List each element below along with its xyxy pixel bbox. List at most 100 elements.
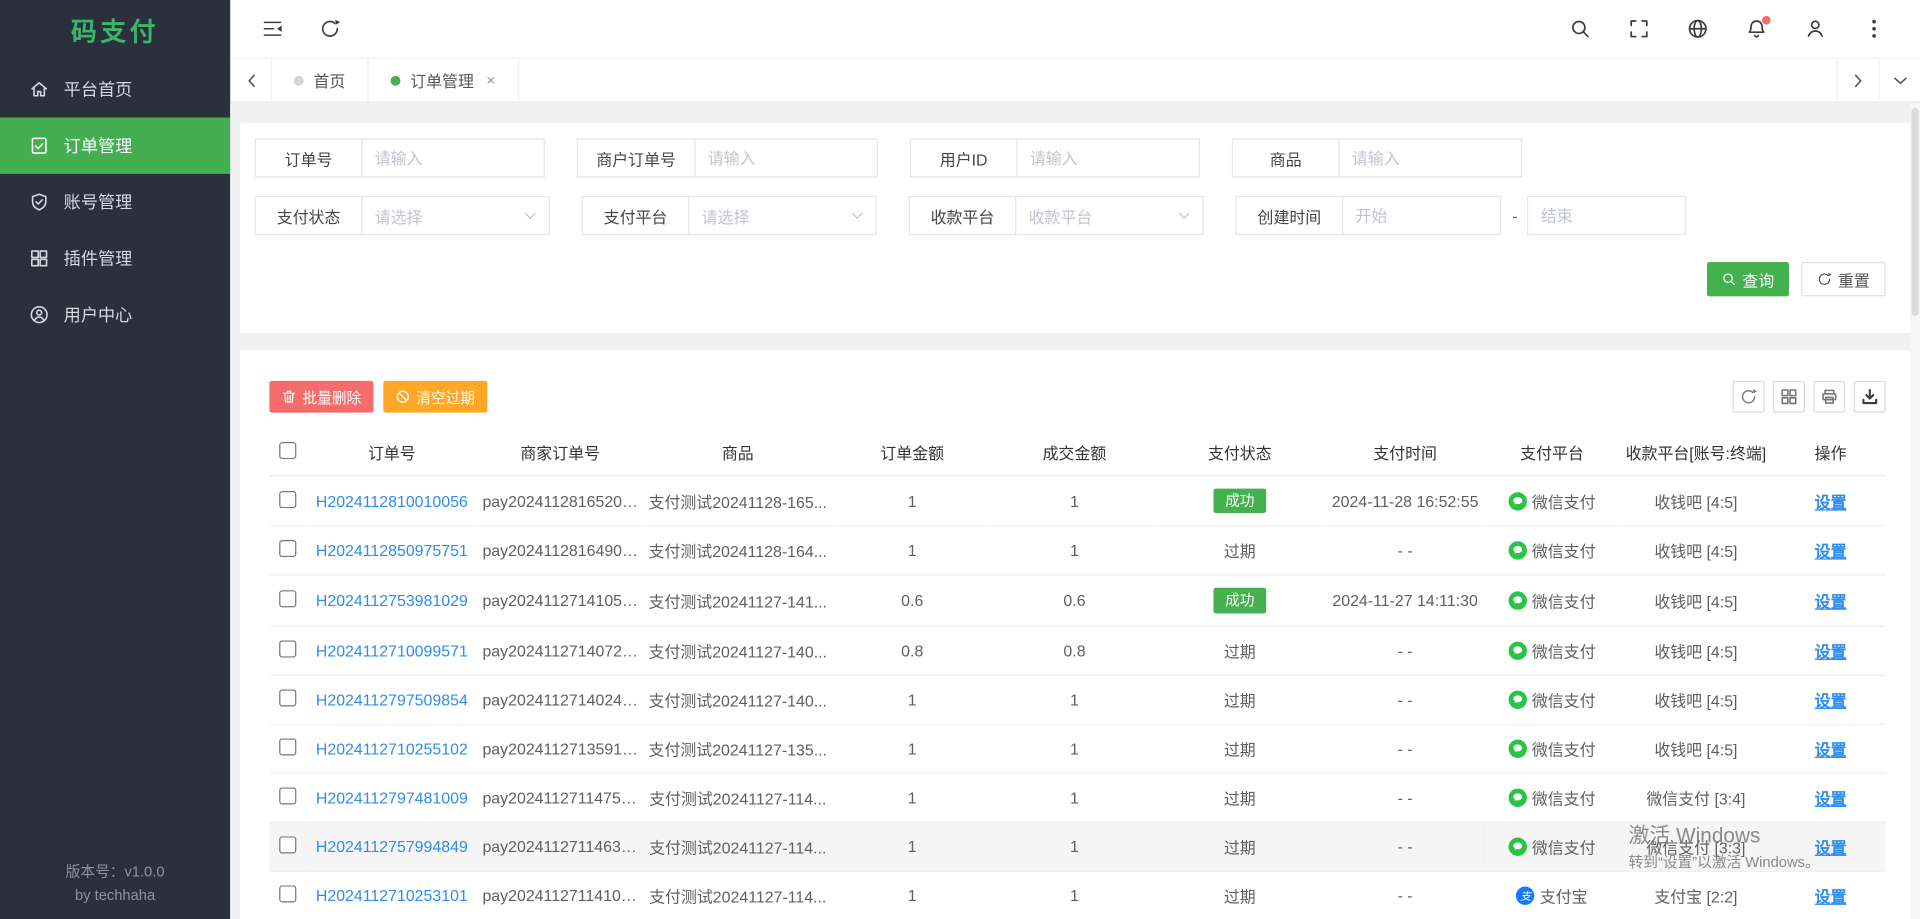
settings-link[interactable]: 设置 (1815, 692, 1847, 710)
product-name: 支付测试20241127-114... (643, 871, 833, 919)
settings-link[interactable]: 设置 (1815, 741, 1847, 759)
order-no-link[interactable]: H2024112753981029 (316, 592, 468, 610)
settings-link[interactable]: 设置 (1815, 887, 1847, 905)
settings-link[interactable]: 设置 (1815, 593, 1847, 611)
row-checkbox[interactable] (279, 540, 296, 557)
row-checkbox[interactable] (279, 689, 296, 706)
sidebar-item-home[interactable]: 平台首页 (0, 61, 230, 117)
col-order-no: 订单号 (306, 430, 477, 476)
receiver-platform: 收钱吧 [4:5] (1616, 526, 1775, 575)
user-profile-icon[interactable] (1802, 17, 1826, 41)
table-export-icon[interactable] (1854, 381, 1886, 413)
table-row[interactable]: H2024112797509854 pay2024112714024850...… (269, 675, 1885, 724)
row-checkbox[interactable] (279, 590, 296, 607)
product-input[interactable] (1338, 138, 1522, 177)
table-toolbar-left: 批量删除 清空过期 (269, 381, 487, 413)
table-row[interactable]: H2024112710099571 pay2024112714072058...… (269, 626, 1885, 675)
table-refresh-icon[interactable] (1733, 381, 1765, 413)
pay-status-select[interactable]: 请选择 (361, 196, 550, 235)
more-menu-icon[interactable] (1861, 17, 1885, 41)
merchant-order-no-input[interactable] (694, 138, 878, 177)
language-globe-icon[interactable] (1685, 17, 1709, 41)
row-checkbox[interactable] (279, 491, 296, 508)
scrollbar-thumb[interactable] (1911, 108, 1918, 316)
merchant-order-no: pay2024112714024850... (478, 675, 643, 724)
tab-orders[interactable]: 订单管理 × (369, 59, 519, 102)
order-no-link[interactable]: H2024112797509854 (316, 690, 468, 708)
order-no-input[interactable] (361, 138, 545, 177)
tab-status-dot (294, 75, 304, 85)
wechat-pay-icon (1509, 788, 1527, 806)
row-checkbox[interactable] (279, 885, 296, 902)
receive-platform-select[interactable]: 收款平台 (1015, 196, 1204, 235)
reset-icon (1817, 272, 1832, 287)
row-checkbox[interactable] (279, 640, 296, 657)
order-no-link[interactable]: H2024112710099571 (316, 641, 468, 659)
row-checkbox[interactable] (279, 787, 296, 804)
filter-label: 收款平台 (909, 196, 1017, 235)
sidebar-item-accounts[interactable]: 账号管理 (0, 174, 230, 230)
cell-order-no: H2024112753981029 (306, 575, 477, 626)
table-row[interactable]: H2024112710253101 pay202411271141009023 … (269, 871, 1885, 919)
product-name: 支付测试20241128-165... (643, 476, 833, 527)
table-row[interactable]: H2024112850975751 pay2024112816490225...… (269, 526, 1885, 575)
notification-bell-icon[interactable] (1744, 17, 1768, 41)
order-no-link[interactable]: H2024112710255102 (316, 739, 468, 757)
tab-close-icon[interactable]: × (486, 71, 495, 89)
paid-amount: 0.6 (992, 575, 1157, 626)
sidebar-item-plugins[interactable]: 插件管理 (0, 230, 230, 286)
receiver-platform: 收钱吧 [4:5] (1616, 724, 1775, 773)
receiver-platform: 收钱吧 [4:5] (1616, 476, 1775, 527)
fullscreen-icon[interactable] (1626, 17, 1650, 41)
paid-amount: 1 (992, 724, 1157, 773)
cell-status: 过期 (1157, 822, 1322, 871)
row-checkbox[interactable] (279, 738, 296, 755)
tabs-menu-icon[interactable] (1878, 59, 1920, 102)
settings-link[interactable]: 设置 (1815, 839, 1847, 857)
table-row[interactable]: H2024112753981029 pay2024112714105583...… (269, 575, 1885, 626)
table-columns-icon[interactable] (1773, 381, 1805, 413)
settings-link[interactable]: 设置 (1815, 643, 1847, 661)
table-print-icon[interactable] (1813, 381, 1845, 413)
filter-label: 支付状态 (255, 196, 363, 235)
receiver-platform: 支付宝 [2:2] (1616, 871, 1775, 919)
date-end-input[interactable] (1527, 196, 1686, 235)
clear-expired-button[interactable]: 清空过期 (383, 381, 487, 413)
table-row[interactable]: H2024112757994849 pay202411271146303259 … (269, 822, 1885, 871)
order-no-link[interactable]: H2024112850975751 (316, 542, 468, 560)
select-all-checkbox[interactable] (279, 442, 296, 459)
batch-delete-label: 批量删除 (302, 386, 361, 407)
cell-select (269, 871, 306, 919)
table-row[interactable]: H2024112797481009 pay202411271147533581 … (269, 773, 1885, 822)
tabs-scroll-right-icon[interactable] (1837, 59, 1879, 102)
row-checkbox[interactable] (279, 836, 296, 853)
cell-platform: 支 微信支付 (1488, 773, 1617, 822)
sidebar-item-label: 订单管理 (64, 133, 133, 157)
date-start-input[interactable] (1342, 196, 1501, 235)
sidebar-item-orders[interactable]: 订单管理 (0, 118, 230, 174)
app-logo: 码支付 (0, 0, 230, 61)
reset-button[interactable]: 重置 (1801, 262, 1886, 296)
collapse-sidebar-icon[interactable] (260, 17, 284, 41)
order-no-link[interactable]: H2024112710253101 (316, 886, 468, 904)
sidebar-item-user-center[interactable]: 用户中心 (0, 287, 230, 343)
table-row[interactable]: H2024112710255102 pay2024112713591817...… (269, 724, 1885, 773)
order-no-link[interactable]: H2024112810010056 (316, 492, 468, 510)
table-row[interactable]: H2024112810010056 pay2024112816520491...… (269, 476, 1885, 527)
order-no-link[interactable]: H2024112797481009 (316, 788, 468, 806)
tab-home[interactable]: 首页 (272, 59, 369, 102)
tabs-scroll-left-icon[interactable] (230, 59, 272, 102)
settings-link[interactable]: 设置 (1815, 543, 1847, 561)
refresh-page-icon[interactable] (317, 17, 341, 41)
batch-delete-button[interactable]: 批量删除 (269, 381, 373, 413)
settings-link[interactable]: 设置 (1815, 790, 1847, 808)
search-button[interactable]: 查询 (1707, 262, 1789, 296)
merchant-order-no: pay2024112816490225... (478, 526, 643, 575)
search-icon[interactable] (1567, 17, 1591, 41)
order-no-link[interactable]: H2024112757994849 (316, 837, 468, 855)
settings-link[interactable]: 设置 (1815, 493, 1847, 511)
cell-platform: 支 支付宝 (1488, 871, 1617, 919)
user-id-input[interactable] (1016, 138, 1200, 177)
pay-platform-select[interactable]: 请选择 (688, 196, 877, 235)
tabbar: 首页 订单管理 × (230, 59, 1920, 103)
